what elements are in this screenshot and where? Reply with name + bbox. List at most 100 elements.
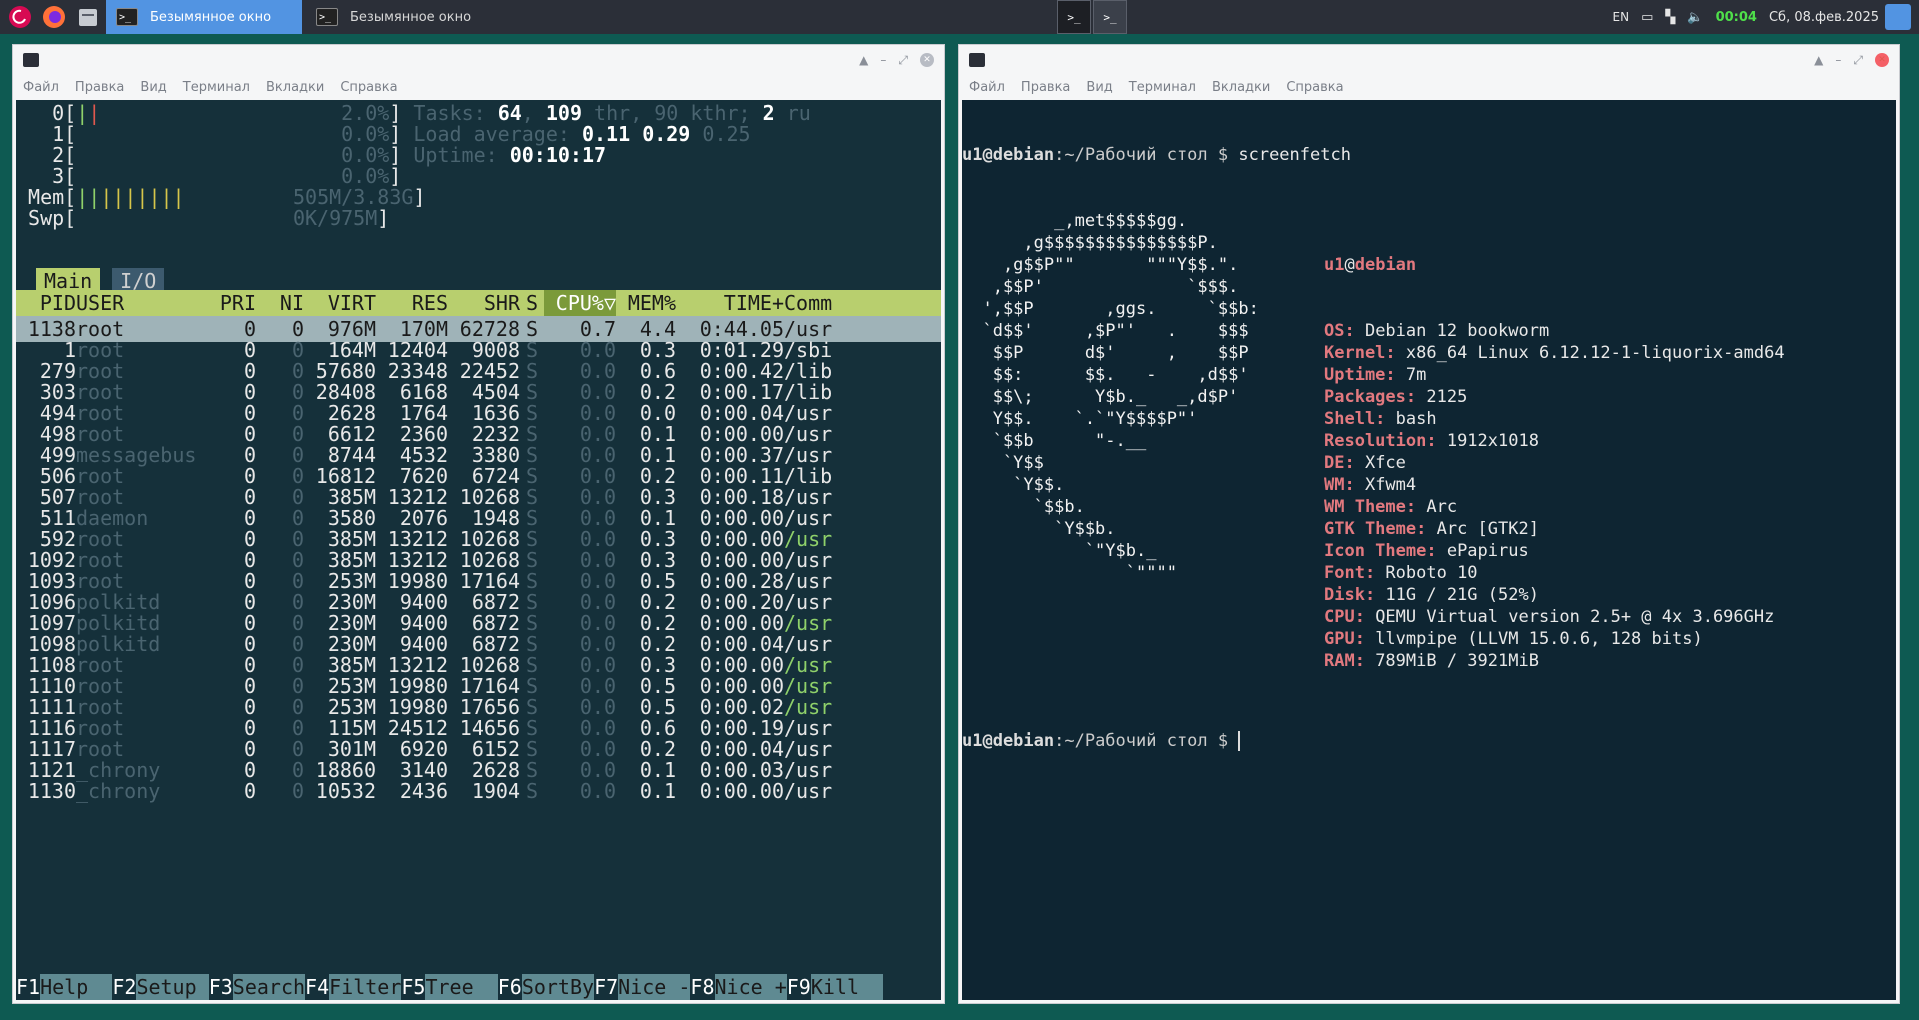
terminal-icon: >_ — [116, 8, 138, 26]
info-host: debian — [1354, 255, 1417, 275]
window-grid-icon[interactable]: ▚ — [1665, 10, 1675, 25]
column-header-pid: PID — [39, 291, 76, 315]
maximize-icon[interactable]: ⤢ — [1853, 53, 1863, 68]
info-value: 789MiB / 3921MiB — [1364, 651, 1539, 671]
shade-icon[interactable]: ▲ — [859, 53, 868, 67]
ascii-art-line: `d$$' ,$P"' . $$$ — [962, 321, 1249, 341]
info-line: WM: Xfwm4 — [1324, 474, 1785, 496]
prompt-user: u1@debian — [962, 731, 1055, 751]
info-line: WM Theme: Arc — [1324, 496, 1785, 518]
process-cmd: /usr — [784, 779, 833, 803]
fkey-label[interactable]: Filter — [329, 974, 402, 1000]
info-key: Uptime: — [1324, 365, 1396, 385]
process-table-header: PIDUSER PRI NI VIRT RES SHR S CPU%▽ MEM% TIME+Com… — [16, 290, 941, 316]
menu-edit[interactable]: Правка — [1021, 80, 1070, 95]
window-titlebar[interactable]: ▲ – ⤢ ✕ — [959, 45, 1899, 75]
htop-terminal[interactable]: 0[|| 2.0%] Tasks: 64, 109 thr, 90 kthr; … — [16, 100, 941, 1000]
menu-tabs[interactable]: Вкладки — [266, 80, 324, 95]
menu-file[interactable]: Файл — [969, 80, 1005, 95]
fkey-label[interactable]: Search — [232, 974, 306, 1000]
menu-view[interactable]: Вид — [1086, 80, 1112, 95]
terminal-window-htop: ▲ – ⤢ ✕ Файл Правка Вид Терминал Вкладки… — [12, 44, 945, 1004]
file-manager-icon[interactable] — [74, 3, 102, 31]
menu-terminal[interactable]: Терминал — [183, 80, 250, 95]
fkey-label[interactable]: Nice + — [714, 974, 787, 1000]
minimize-icon[interactable]: – — [1835, 53, 1841, 67]
fkey-number: F2 — [112, 975, 137, 999]
swap-label: Swp — [28, 206, 65, 230]
process-virt: 10532 — [315, 779, 376, 803]
close-icon[interactable]: ✕ — [920, 53, 934, 67]
fkey-label[interactable]: Setup — [136, 974, 209, 1000]
workspace-2[interactable]: >_ — [1093, 0, 1127, 34]
taskbar-item-label: Безымянное окно — [150, 9, 272, 25]
info-line: GTK Theme: Arc [GTK2] — [1324, 518, 1785, 540]
maximize-icon[interactable]: ⤢ — [898, 53, 908, 68]
menu-terminal[interactable]: Терминал — [1129, 80, 1196, 95]
cursor — [1238, 731, 1251, 751]
swap-value: 0K/975M — [292, 206, 378, 230]
ascii-art-line: `"Y$b._ — [962, 541, 1157, 561]
fkey-label[interactable]: Nice - — [618, 974, 691, 1000]
process-mem: 0.1 — [639, 779, 676, 803]
info-key: DE: — [1324, 453, 1355, 473]
column-header-ni: NI — [279, 291, 304, 315]
info-key: Packages: — [1324, 387, 1417, 407]
ascii-art-line: ,$$P' `$$$. — [962, 277, 1239, 297]
clock-time[interactable]: 00:04 — [1716, 10, 1757, 25]
screenfetch-terminal[interactable]: u1@debian:~/Рабочий стол $ screenfetch _… — [962, 100, 1896, 1000]
menu-help[interactable]: Справка — [340, 80, 397, 95]
terminal-icon — [23, 53, 39, 67]
volume-icon[interactable]: 🔈 — [1687, 10, 1703, 25]
fkey-label[interactable]: Help — [40, 974, 113, 1000]
screenfetch-output: _,met$$$$$gg. ,g$$$$$$$$$$$$$$$P. ,g$$P"… — [962, 210, 1896, 672]
column-header-time: TIME+ — [723, 291, 784, 315]
shade-icon[interactable]: ▲ — [1814, 53, 1823, 67]
window-titlebar[interactable]: ▲ – ⤢ ✕ — [13, 45, 944, 75]
info-key: Disk: — [1324, 585, 1376, 605]
notification-icon[interactable] — [1885, 4, 1911, 30]
taskbar-item-active[interactable]: >_ Безымянное окно — [106, 0, 302, 34]
column-header-cpu: CPU%▽ — [544, 290, 616, 316]
clock-date[interactable]: Сб, 08.фев.2025 — [1769, 10, 1879, 25]
column-header-pri: PRI — [219, 291, 256, 315]
workspace-1[interactable]: >_ — [1057, 0, 1091, 34]
fkey-label[interactable]: Tree — [425, 974, 498, 1000]
menu-file[interactable]: Файл — [23, 80, 59, 95]
process-row[interactable]: 1130_chrony 0 0 10532 2436 1904 S 0.0 0.1 0:00.00… — [16, 778, 941, 804]
column-header-cmd: Comm — [784, 291, 833, 315]
info-value: Arc [GTK2] — [1426, 519, 1539, 539]
minimize-icon[interactable]: – — [880, 53, 886, 67]
info-value: 1912x1018 — [1436, 431, 1539, 451]
taskbar-item-inactive[interactable]: >_ Безымянное окно — [306, 0, 502, 34]
ascii-art-line: $$P d$' , $$P — [962, 343, 1249, 363]
battery-icon[interactable]: ▭ — [1641, 10, 1653, 25]
ascii-art-line: `Y$$. — [962, 475, 1065, 495]
ascii-art-line: Y$$. `.`"Y$$$$P"' — [962, 409, 1198, 429]
menu-tabs[interactable]: Вкладки — [1212, 80, 1270, 95]
info-line: Kernel: x86_64 Linux 6.12.12-1-liquorix-… — [1324, 342, 1785, 364]
debian-menu-icon[interactable] — [6, 3, 34, 31]
keyboard-layout[interactable]: EN — [1613, 10, 1630, 24]
info-key: Shell: — [1324, 409, 1386, 429]
fkey-label[interactable]: SortBy — [521, 974, 595, 1000]
ascii-art-line: ',$$P ,ggs. `$$b: — [962, 299, 1259, 319]
menu-help[interactable]: Справка — [1286, 80, 1343, 95]
info-value: Xfwm4 — [1354, 475, 1417, 495]
menu-edit[interactable]: Правка — [75, 80, 124, 95]
info-key: WM Theme: — [1324, 497, 1417, 517]
fkey-number: F7 — [594, 975, 619, 999]
info-key: Icon Theme: — [1324, 541, 1437, 561]
firefox-icon[interactable] — [40, 3, 68, 31]
fkey-number: F5 — [401, 975, 426, 999]
close-icon[interactable]: ✕ — [1875, 53, 1889, 67]
info-value: 11G / 21G (52%) — [1375, 585, 1539, 605]
ascii-art-line: $$: $$. - ,d$$' — [962, 365, 1249, 385]
info-value: bash — [1385, 409, 1437, 429]
menu-view[interactable]: Вид — [140, 80, 166, 95]
info-line: Disk: 11G / 21G (52%) — [1324, 584, 1785, 606]
fkey-label[interactable]: Kill — [810, 974, 884, 1000]
fkey-number: F1 — [16, 975, 41, 999]
info-line: OS: Debian 12 bookworm — [1324, 320, 1785, 342]
info-line: RAM: 789MiB / 3921MiB — [1324, 650, 1785, 672]
